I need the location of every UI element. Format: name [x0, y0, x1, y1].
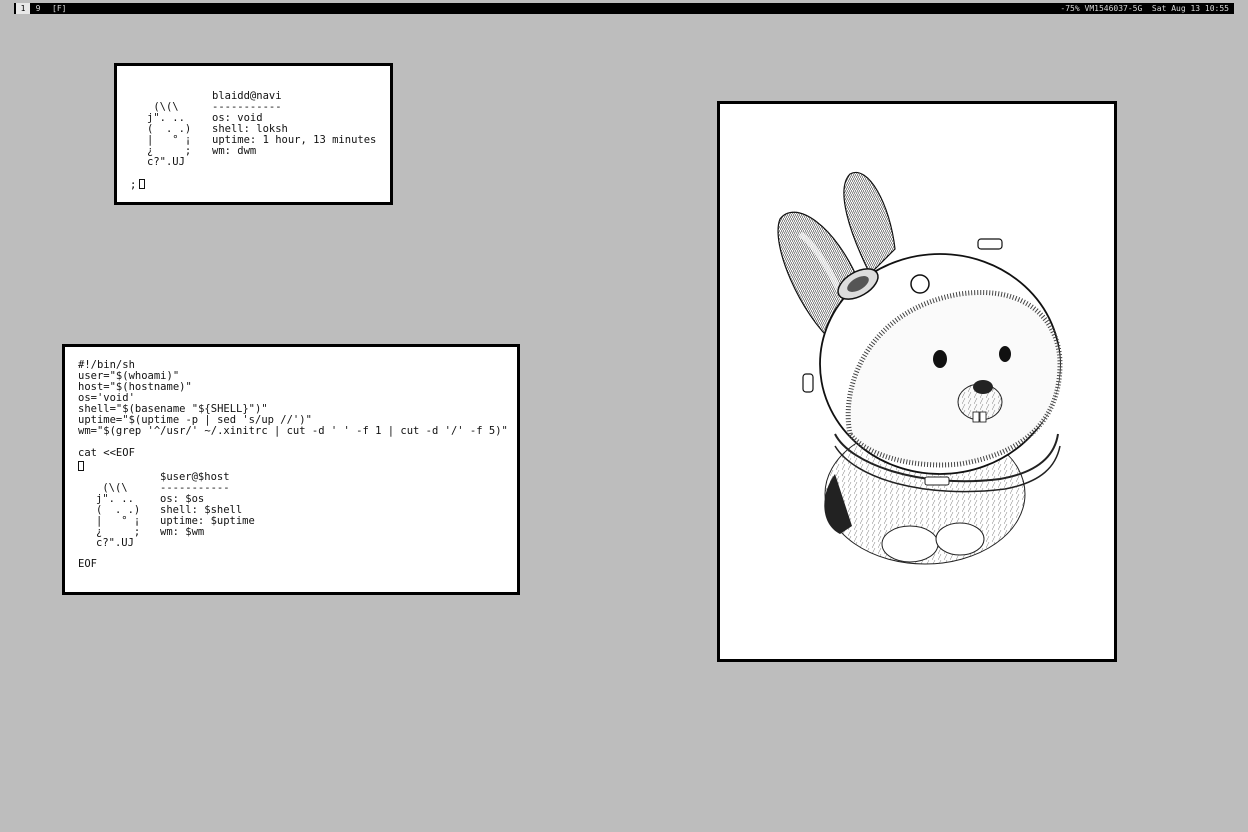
text-cursor [78, 461, 84, 471]
tag-9[interactable]: 9 [33, 3, 43, 14]
heredoc-ascii-art: (\(\ j". .. ( . .) | ° ¡ ¿ ; c?".UJ [96, 483, 140, 549]
text-line: c?".UJ [147, 156, 185, 168]
script-code: #!/bin/sh user="$(whoami)" host="$(hostn… [78, 360, 508, 459]
fetch-terminal-window[interactable]: (\(\ j". .. ( . .) | ° ¡ ¿ ; c?".UJ blai… [114, 63, 393, 205]
status-text: -75% VM1546037-5G Sat Aug 13 10:55 [1060, 4, 1229, 13]
system-info: blaidd@navi ----------- os: void shell: … [212, 91, 376, 157]
prompt-symbol: ; [130, 179, 137, 191]
layout-indicator[interactable]: [F] [52, 3, 66, 14]
text-line: wm: $wm [160, 526, 205, 538]
status-bar: 1 9 [F] -75% VM1546037-5G Sat Aug 13 10:… [14, 3, 1234, 14]
script-editor-window[interactable]: #!/bin/sh user="$(whoami)" host="$(hostn… [62, 344, 520, 595]
heredoc-eof: EOF [78, 558, 97, 570]
text-line: c?".UJ [96, 537, 134, 549]
ascii-bunny-art: (\(\ j". .. ( . .) | ° ¡ ¿ ; c?".UJ [147, 102, 191, 168]
shell-prompt[interactable]: ; [130, 179, 146, 191]
text-cursor [139, 179, 146, 189]
bunny-astronaut-image [777, 171, 1063, 565]
heredoc-info: $user@$host ----------- os: $os shell: $… [160, 472, 255, 538]
tag-1[interactable]: 1 [16, 3, 30, 14]
text-line: wm="$(grep '^/usr/' ~/.xinitrc | cut -d … [78, 425, 508, 437]
text-line: cat <<EOF [78, 447, 135, 459]
text-line: wm: dwm [212, 145, 257, 157]
image-viewer-window[interactable] [717, 101, 1117, 662]
